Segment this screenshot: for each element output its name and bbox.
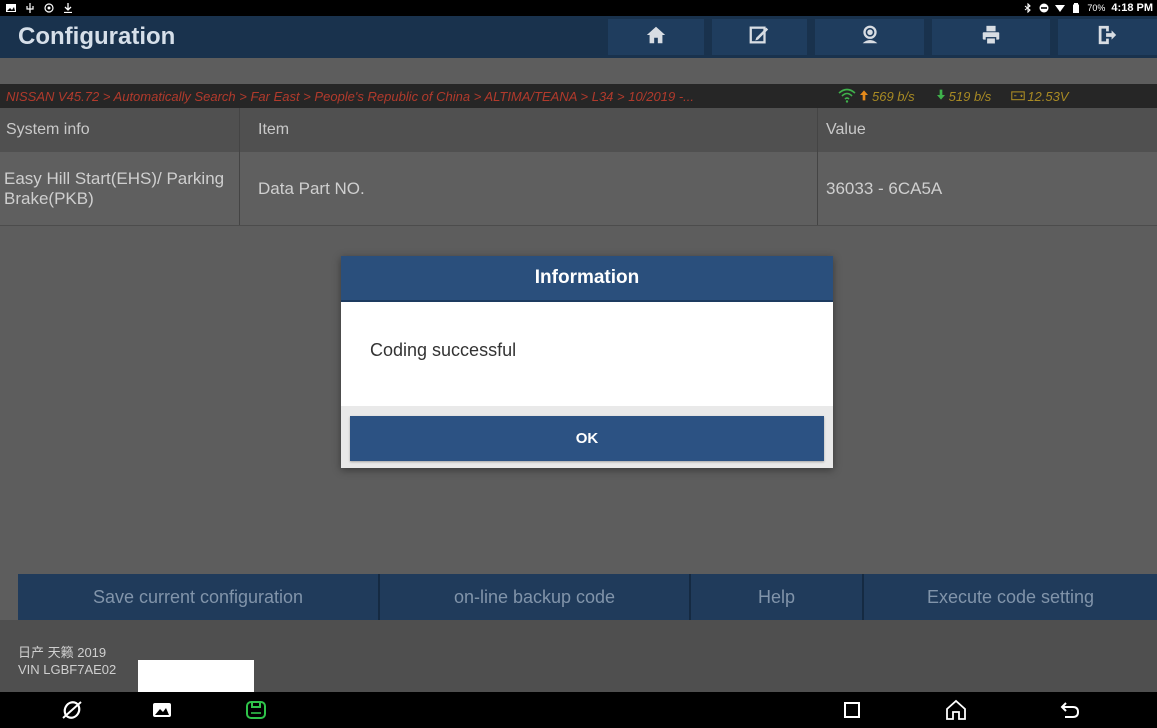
dialog-message: Coding successful xyxy=(341,302,833,406)
support-icon xyxy=(859,24,881,51)
action-bar: Save current configuration on-line backu… xyxy=(18,574,1157,620)
exit-button[interactable] xyxy=(1057,19,1157,55)
wifi-icon xyxy=(838,87,856,106)
home-icon xyxy=(645,24,667,51)
battery-icon xyxy=(1071,3,1081,13)
voltage-value: 12.53V xyxy=(1027,88,1069,104)
breadcrumb: NISSAN V45.72 > Automatically Search > F… xyxy=(0,84,1157,108)
row-item: Data Part NO. xyxy=(240,152,818,225)
download-notification-icon xyxy=(63,3,73,14)
download-speed-value: 519 b/s xyxy=(948,88,992,104)
car-battery-icon xyxy=(1011,87,1026,106)
back-icon[interactable] xyxy=(1058,698,1082,722)
wifi-signal-icon xyxy=(1055,3,1066,13)
bluetooth-icon xyxy=(1023,2,1033,14)
edit-button[interactable] xyxy=(711,19,808,55)
execute-code-setting-button[interactable]: Execute code setting xyxy=(864,574,1157,620)
home-button[interactable] xyxy=(608,19,704,55)
vehicle-model: 日产 天籁 2019 xyxy=(18,645,107,660)
vehicle-info-footer: 日产 天籁 2019 VIN LGBF7AE02 xyxy=(0,620,1157,692)
support-button[interactable] xyxy=(815,19,925,55)
vin-redaction xyxy=(138,660,254,692)
print-button[interactable] xyxy=(932,19,1050,55)
gallery-notification-icon xyxy=(6,3,16,13)
table-row[interactable]: Easy Hill Start(EHS)/ Parking Brake(PKB)… xyxy=(0,152,1157,226)
title-bar: Configuration xyxy=(0,16,1157,58)
breadcrumb-path: NISSAN V45.72 > Automatically Search > F… xyxy=(6,88,694,104)
download-arrow-icon xyxy=(935,87,947,106)
help-button[interactable]: Help xyxy=(691,574,864,620)
battery-percent: 70% xyxy=(1087,3,1106,13)
recent-apps-icon[interactable] xyxy=(840,698,864,722)
column-header-value: Value xyxy=(826,121,866,138)
exit-icon xyxy=(1096,24,1118,51)
navigation-bar xyxy=(0,692,1157,728)
vci-icon[interactable] xyxy=(244,698,268,722)
dialog-title: Information xyxy=(341,256,833,302)
status-bar: 70% 4:18 PM xyxy=(0,0,1157,16)
clock: 4:18 PM xyxy=(1111,2,1153,14)
do-not-disturb-icon xyxy=(1039,3,1049,13)
vin-label: VIN LGBF7AE02 xyxy=(18,662,117,677)
settings-notification-icon xyxy=(44,3,54,13)
column-header-item: Item xyxy=(240,108,818,152)
edit-icon xyxy=(748,24,770,51)
print-icon xyxy=(980,24,1002,51)
browser-icon[interactable] xyxy=(60,698,84,722)
ok-button[interactable]: OK xyxy=(350,416,824,461)
save-configuration-button[interactable]: Save current configuration xyxy=(18,574,380,620)
upload-speed-value: 569 b/s xyxy=(872,88,915,104)
table-header: System info Item Value xyxy=(0,108,1157,152)
dialog-footer: OK xyxy=(341,406,833,468)
information-dialog: Information Coding successful OK xyxy=(341,256,833,468)
row-value: 36033 - 6CA5A xyxy=(826,178,943,198)
row-system-info: Easy Hill Start(EHS)/ Parking Brake(PKB) xyxy=(0,152,240,225)
column-header-system-info: System info xyxy=(0,108,240,152)
download-speed: 519 b/s xyxy=(935,87,992,106)
home-nav-icon[interactable] xyxy=(944,698,968,722)
usb-icon xyxy=(25,3,35,13)
upload-speed: 569 b/s xyxy=(838,87,915,106)
upload-arrow-icon xyxy=(858,87,870,106)
online-backup-button[interactable]: on-line backup code xyxy=(380,574,691,620)
battery-voltage: 12.53V xyxy=(1011,87,1069,106)
gallery-icon[interactable] xyxy=(150,698,174,722)
page-title: Configuration xyxy=(18,23,176,50)
